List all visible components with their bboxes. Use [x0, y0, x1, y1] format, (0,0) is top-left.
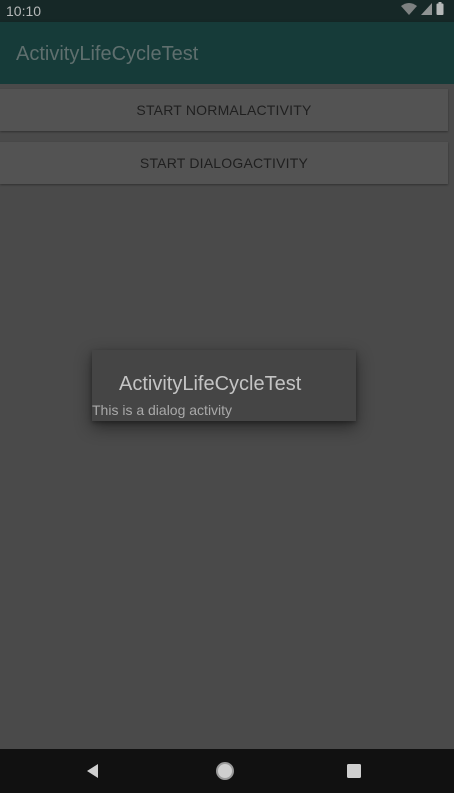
navigation-bar	[0, 749, 454, 793]
status-time: 10:10	[6, 3, 42, 19]
back-icon[interactable]	[79, 757, 107, 785]
status-bar: 10:10	[0, 0, 454, 22]
app-title: ActivityLifeCycleTest	[16, 43, 199, 65]
dialog-title: ActivityLifeCycleTest	[119, 373, 302, 395]
wifi-icon	[401, 2, 417, 20]
start-dialog-activity-button[interactable]: START DIALOGACTIVITY	[0, 142, 448, 184]
recents-icon[interactable]	[340, 757, 368, 785]
app-bar: ActivityLifeCycleTest	[0, 22, 454, 84]
status-icons	[401, 2, 444, 20]
battery-icon	[436, 2, 444, 20]
start-normal-activity-button[interactable]: START NORMALACTIVITY	[0, 89, 448, 131]
home-icon[interactable]	[211, 757, 239, 785]
dialog-message: This is a dialog activity	[92, 402, 233, 418]
dialog-activity: ActivityLifeCycleTest This is a dialog a…	[92, 350, 356, 421]
signal-icon	[421, 2, 432, 20]
